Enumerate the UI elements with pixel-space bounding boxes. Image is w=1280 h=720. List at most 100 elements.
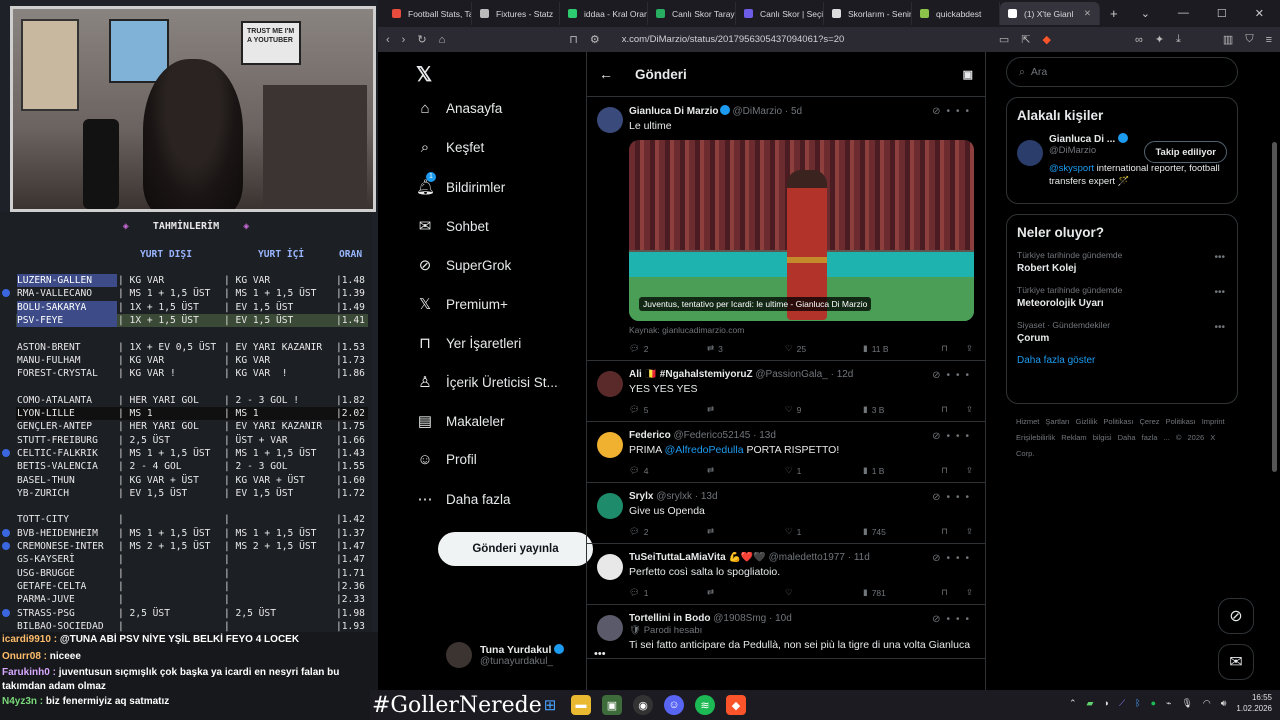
tray-app-icon[interactable]: ⟋: [1119, 698, 1125, 709]
new-tab-button[interactable]: +: [1110, 6, 1118, 21]
browser-tab[interactable]: Fixtures - Statz: [472, 2, 560, 25]
reply-tweet[interactable]: Tortellini in Bodo @1908Smg · 10d ⊘••• 🛡 P…: [587, 605, 985, 659]
nav-item-bookmark[interactable]: ⊓ Yer İşaretleri: [416, 334, 521, 352]
tab-list-icon[interactable]: ⌄: [1141, 7, 1150, 20]
tray-app-icon[interactable]: ▰: [1087, 698, 1094, 709]
scrollbar[interactable]: [1272, 142, 1277, 472]
grok-fab-icon[interactable]: ⊘: [1218, 598, 1254, 634]
repost-button[interactable]: ⇄: [707, 465, 785, 476]
account-switcher[interactable]: Tuna Yurdakul @tunayurdakul_ •••: [446, 642, 606, 668]
file-explorer-icon[interactable]: ▬: [571, 695, 591, 715]
share-icon[interactable]: ⇪: [966, 404, 973, 415]
nav-item-bell[interactable]: 🔔︎ 1 Bildirimler: [416, 172, 505, 196]
bookmark-icon[interactable]: ⊓: [941, 465, 948, 476]
trend-item[interactable]: Türkiye tarihinde gündemde Meteorolojik U…: [1017, 285, 1227, 309]
nav-item-creator[interactable]: ♙ İçerik Üreticisi St...: [416, 373, 558, 391]
tray-app-icon[interactable]: ◑: [1103, 698, 1108, 708]
nav-item-more[interactable]: ⋯ Daha fazla: [416, 490, 511, 508]
following-button[interactable]: Takip ediliyor: [1144, 141, 1227, 163]
reload-icon[interactable]: ↻: [417, 33, 426, 46]
tweet-time[interactable]: 11d: [854, 552, 870, 563]
windows-start-icon[interactable]: ⊞: [540, 695, 560, 715]
main-tweet[interactable]: Gianluca Di Marzio @DiMarzio · 5d ⊘••• Le…: [587, 97, 985, 361]
avatar[interactable]: [597, 371, 623, 397]
author-name[interactable]: Federico: [629, 430, 671, 441]
author-name[interactable]: Tortellini in Bodo: [629, 613, 710, 624]
browser-tab[interactable]: Skorlarım - Senin: [824, 2, 912, 25]
views-button[interactable]: ▮ 11 B: [863, 343, 937, 354]
views-button[interactable]: ▮ 3 B: [863, 404, 937, 415]
nav-item-home[interactable]: ⌂ Anasayfa: [416, 100, 502, 117]
wallet-icon[interactable]: ⛉: [1245, 33, 1253, 46]
clock[interactable]: 16:55 1.02.2026: [1236, 692, 1272, 714]
reply-button[interactable]: 💬︎ 1: [629, 587, 707, 598]
bookmark-icon[interactable]: ⊓: [941, 587, 948, 598]
nav-item-article[interactable]: ▤ Makaleler: [416, 412, 505, 430]
close-tab-icon[interactable]: ✕: [1084, 8, 1091, 19]
author-handle[interactable]: @maledetto1977: [769, 552, 845, 563]
more-icon[interactable]: •••: [946, 492, 975, 503]
reply-tweet[interactable]: Ali 🇧🇪 #NgahaİstemiyoruZ @PassionGala_ ·…: [587, 361, 985, 422]
author-handle[interactable]: @DiMarzio: [732, 106, 782, 117]
chevron-up-icon[interactable]: ⌃: [1069, 698, 1077, 709]
back-icon[interactable]: ‹: [386, 34, 390, 46]
like-button[interactable]: ♡ 25: [785, 343, 863, 354]
bluetooth-icon[interactable]: ᛒ: [1135, 698, 1140, 708]
nav-item-search[interactable]: ⌕ Keşfet: [416, 139, 484, 156]
like-button[interactable]: ♡ 1: [785, 465, 863, 476]
browser-tab[interactable]: iddaa - Kral Oran: [560, 2, 648, 25]
browser-tab[interactable]: Canlı Skor | Seçile: [736, 2, 824, 25]
share-icon[interactable]: ⇪: [966, 587, 973, 598]
more-icon[interactable]: •••: [946, 553, 975, 564]
url-field[interactable]: x.com/DiMarzio/status/201795630543709406…: [622, 34, 987, 45]
grok-icon[interactable]: ⊘: [932, 431, 946, 442]
reply-tweet[interactable]: Federico @Federico52145 · 13d ⊘••• PRIMA @…: [587, 422, 985, 483]
messages-fab-icon[interactable]: ✉: [1218, 644, 1254, 680]
reply-button[interactable]: 💬︎ 4: [629, 465, 707, 476]
tweet-time[interactable]: 13d: [759, 430, 776, 441]
back-arrow-icon[interactable]: ←: [599, 66, 613, 82]
views-button[interactable]: ▮ 1 B: [863, 465, 937, 476]
close-window-button[interactable]: ✕: [1255, 7, 1264, 20]
reply-tweet[interactable]: Srylx @srylxk · 13d ⊘••• Give us Openda 💬︎ 2…: [587, 483, 985, 544]
browser-tab[interactable]: quickabdest: [912, 2, 1000, 25]
menu-icon[interactable]: ≡: [1266, 34, 1272, 46]
spotify-icon[interactable]: ≋: [695, 695, 715, 715]
brave-icon[interactable]: ◆: [726, 695, 746, 715]
x-logo-icon[interactable]: 𝕏: [416, 62, 432, 87]
extensions-icon[interactable]: ✦: [1155, 33, 1164, 46]
views-button[interactable]: ▮ 745: [863, 526, 937, 537]
more-icon[interactable]: •••: [946, 370, 975, 381]
browser-tab[interactable]: (1) X'te Gianl ✕: [1000, 2, 1100, 25]
repost-button[interactable]: ⇄: [707, 404, 785, 415]
share-icon[interactable]: ⇪: [966, 465, 973, 476]
search-input[interactable]: ⌕ Ara: [1006, 57, 1238, 87]
sidebar-icon[interactable]: ▥: [1223, 33, 1233, 46]
grok-icon[interactable]: ⊘: [932, 106, 946, 117]
wifi-icon[interactable]: ◠: [1203, 698, 1211, 709]
tweet-time[interactable]: 5d: [791, 106, 802, 117]
bookmark-icon[interactable]: ⊓: [941, 404, 948, 415]
more-icon[interactable]: •••: [1214, 287, 1225, 298]
author-name[interactable]: Ali 🇧🇪 #NgahaİstemiyoruZ: [629, 369, 753, 380]
tweet-time[interactable]: 10d: [775, 613, 792, 624]
download-icon[interactable]: ⤓: [1176, 33, 1181, 46]
author-handle[interactable]: @PassionGala_: [755, 369, 827, 380]
nav-item-grok[interactable]: ⊘ SuperGrok: [416, 256, 512, 274]
trend-item[interactable]: Siyaset · Gündemdekiler Çorum •••: [1017, 320, 1227, 344]
mention-link[interactable]: @AlfredoPedulla: [665, 444, 744, 456]
repost-button[interactable]: ⇄ 3: [707, 343, 785, 354]
repost-button[interactable]: ⇄: [707, 526, 785, 537]
reply-button[interactable]: 💬︎ 2: [629, 526, 707, 537]
author-name[interactable]: Srylx: [629, 491, 653, 502]
tweet-time[interactable]: 13d: [701, 491, 718, 502]
like-button[interactable]: ♡ 9: [785, 404, 863, 415]
reply-tweet[interactable]: TuSeiTuttaLaMiaVita 💪❤️🖤 @maledetto1977 …: [587, 544, 985, 605]
browser-tab[interactable]: Football Stats, Tal: [384, 2, 472, 25]
nav-item-profile[interactable]: ☺ Profil: [416, 451, 476, 468]
avatar[interactable]: [597, 554, 623, 580]
forward-icon[interactable]: ›: [402, 34, 406, 46]
cast-icon[interactable]: ▭: [999, 33, 1009, 46]
more-icon[interactable]: •••: [946, 431, 975, 442]
grok-icon[interactable]: ⊘: [932, 553, 946, 564]
